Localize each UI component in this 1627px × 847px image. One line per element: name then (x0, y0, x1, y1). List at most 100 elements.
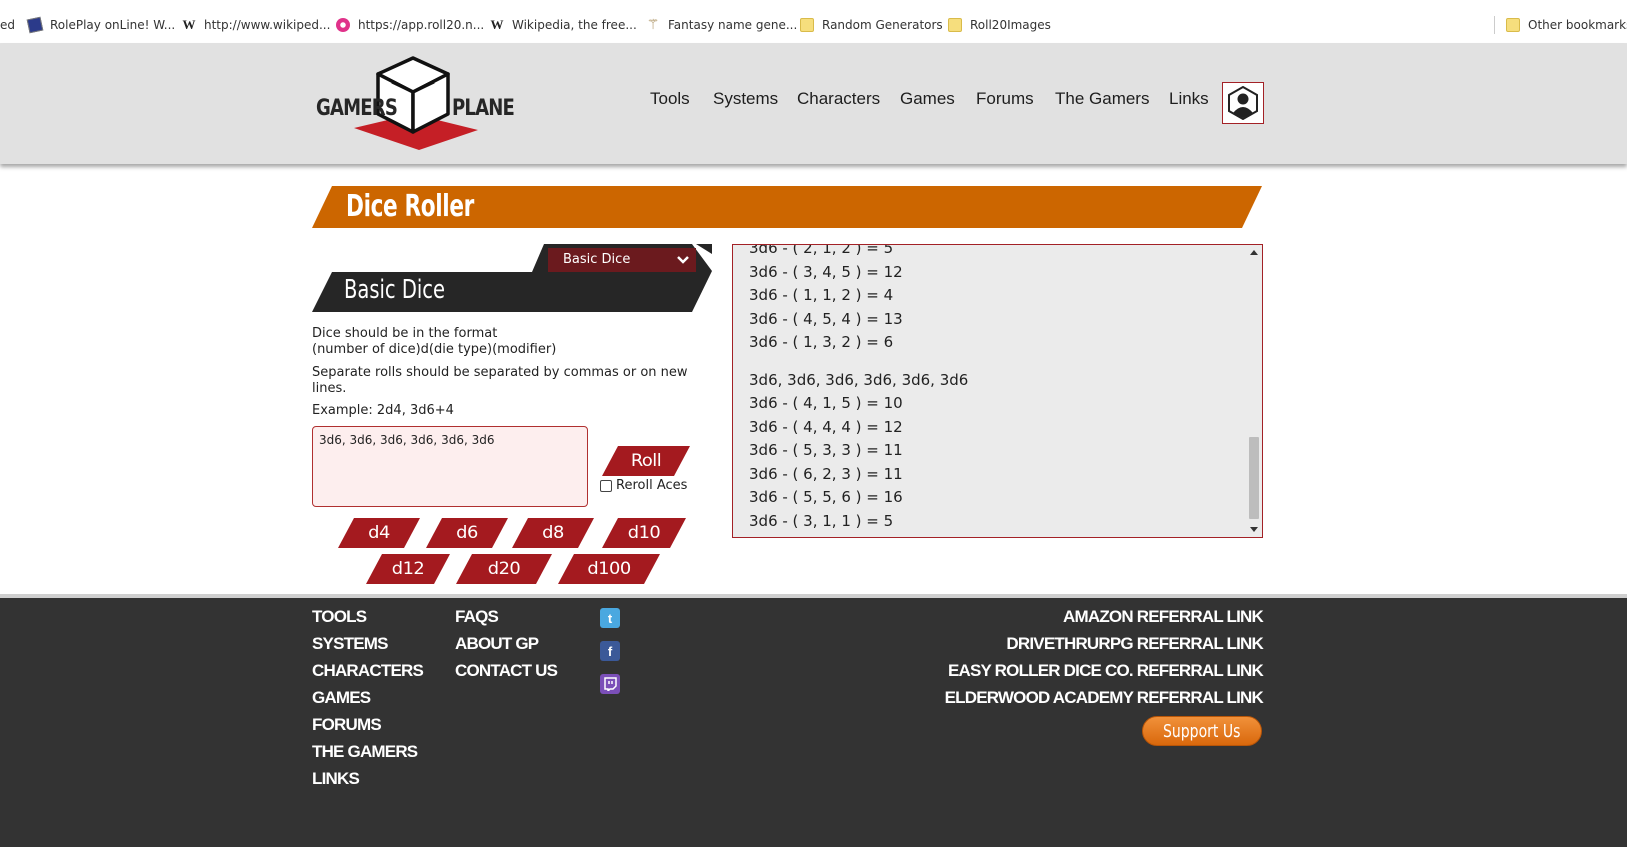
bookmark-label: Fantasy name gene... (668, 18, 798, 32)
d100-button[interactable]: d100 (558, 554, 660, 584)
user-avatar-icon (1228, 86, 1258, 120)
result-line: 3d6 - ( 3, 1, 1 ) = 5 (749, 511, 894, 530)
result-line: 3d6 - ( 4, 1, 5 ) = 10 (749, 394, 903, 412)
logo-text-gamers: GAMERS (316, 96, 398, 121)
folder-icon (800, 18, 814, 32)
roll-button-label: Roll (630, 451, 662, 471)
footer-link-games[interactable]: GAMES (312, 688, 371, 708)
footer-link-characters[interactable]: CHARACTERS (312, 661, 424, 681)
separate-instruction: Separate rolls should be separated by co… (312, 365, 688, 396)
example-instruction: Example: 2d4, 3d6+4 (312, 403, 454, 418)
bookmark-label: https://app.roll20.n... (358, 18, 485, 32)
facebook-icon[interactable]: f (600, 641, 620, 661)
result-group-header: 3d6, 3d6, 3d6, 3d6, 3d6, 3d6 (749, 370, 969, 389)
bookmark-separator (1494, 16, 1495, 34)
result-line: 3d6 - ( 6, 2, 3 ) = 11 (749, 464, 903, 483)
results-scrollbar[interactable] (1246, 245, 1262, 537)
twitch-icon[interactable] (600, 674, 620, 694)
twitch-glyph-icon (604, 677, 617, 691)
d6-button[interactable]: d6 (426, 518, 508, 548)
result-line: 3d6 - ( 4, 4, 4 ) = 12 (749, 417, 903, 436)
scroll-up-arrow-icon[interactable] (1250, 250, 1258, 255)
bookmark-label: Wikipedia, the free... (512, 18, 637, 32)
bookmark-folder-random[interactable]: Random Generators (800, 14, 943, 36)
die-button-label: d20 (487, 559, 521, 579)
footer-link-faqs[interactable]: FAQS (455, 607, 499, 627)
roll-results-panel[interactable]: 3d6 - ( 2, 1, 2 ) = 5 3d6 - ( 3, 4, 5 ) … (732, 244, 1263, 538)
nav-games[interactable]: Games (900, 89, 955, 109)
reroll-aces-checkbox[interactable] (600, 479, 612, 492)
bookmark-wikipedia-2[interactable]: W Wikipedia, the free... (490, 14, 637, 36)
d8-button[interactable]: d8 (512, 518, 594, 548)
scroll-down-arrow-icon[interactable] (1250, 527, 1258, 532)
user-menu-button[interactable] (1222, 82, 1264, 124)
roll-button[interactable]: Roll (602, 446, 690, 476)
footer-referral-amazon[interactable]: AMAZON REFERRAL LINK (1063, 607, 1264, 627)
result-line: 3d6 - ( 3, 4, 5 ) = 12 (749, 262, 903, 281)
nav-links[interactable]: Links (1169, 89, 1209, 109)
bookmark-fantasy-name[interactable]: ⚚ Fantasy name gene... (646, 14, 798, 36)
scrollbar-thumb[interactable] (1249, 437, 1259, 519)
footer-link-about-gp[interactable]: ABOUT GP (455, 634, 539, 654)
nav-systems[interactable]: Systems (713, 89, 778, 109)
roll20-icon (336, 18, 350, 32)
bookmark-other[interactable]: Other bookmarks (1506, 14, 1627, 36)
footer-link-the-gamers[interactable]: THE GAMERS (312, 742, 418, 762)
footer-link-contact-us[interactable]: CONTACT US (455, 661, 558, 681)
support-us-button[interactable]: Support Us (1142, 716, 1262, 746)
gamers-plane-logo[interactable]: GAMERS PLANE (316, 56, 515, 152)
result-line: 3d6 - ( 2, 1, 2 ) = 5 (749, 244, 894, 257)
die-button-label: d100 (587, 559, 631, 579)
dice-type-select-value: Basic Dice (563, 252, 631, 267)
d12-button[interactable]: d12 (366, 554, 450, 584)
format-instruction-1: Dice should be in the format (312, 326, 498, 341)
roll-results-list: 3d6 - ( 2, 1, 2 ) = 5 3d6 - ( 3, 4, 5 ) … (749, 244, 969, 533)
footer-link-tools[interactable]: TOOLS (312, 607, 367, 627)
d20-button[interactable]: d20 (456, 554, 552, 584)
twitter-icon[interactable]: t (600, 608, 620, 628)
die-button-label: d12 (391, 559, 425, 579)
folder-icon (948, 18, 962, 32)
die-button-label: d10 (627, 523, 661, 543)
footer-referral-elderwood[interactable]: ELDERWOOD ACADEMY REFERRAL LINK (945, 688, 1264, 708)
bookmark-label: Other bookmarks (1528, 18, 1627, 32)
footer-link-systems[interactable]: SYSTEMS (312, 634, 388, 654)
logo-text-plane: PLANE (452, 96, 515, 121)
result-group-gap (749, 355, 968, 369)
reroll-aces-label: Reroll Aces (616, 478, 688, 493)
section-title: Basic Dice (344, 275, 445, 305)
die-button-label: d8 (542, 523, 564, 543)
bookmark-roll20[interactable]: https://app.roll20.n... (336, 14, 484, 36)
bookmark-label: ed (0, 18, 15, 32)
die-button-label: d6 (456, 523, 478, 543)
reroll-aces-option[interactable]: Reroll Aces (600, 478, 687, 493)
wikipedia-icon: W (182, 17, 196, 32)
footer-referral-drivethrurpg[interactable]: DRIVETHRURPG REFERRAL LINK (1006, 634, 1263, 654)
site-footer (0, 594, 1627, 847)
result-line: 3d6 - ( 1, 1, 2 ) = 4 (749, 286, 894, 304)
bookmarks-bar: ed RolePlay onLine! W... Whttp://www.wik… (0, 0, 1627, 44)
nav-forums[interactable]: Forums (976, 89, 1034, 109)
dice-input[interactable]: 3d6, 3d6, 3d6, 3d6, 3d6, 3d6 (312, 426, 588, 507)
result-line: 3d6 - ( 5, 3, 3 ) = 11 (749, 441, 903, 459)
nav-the-gamers[interactable]: The Gamers (1055, 89, 1149, 109)
result-line: 3d6 - ( 1, 3, 2 ) = 6 (749, 333, 894, 351)
rpol-icon (26, 16, 44, 34)
bookmark-label: Random Generators (822, 18, 943, 32)
footer-link-forums[interactable]: FORUMS (312, 715, 382, 735)
result-line: 3d6 - ( 4, 5, 4 ) = 13 (749, 309, 903, 328)
site-header: GAMERS PLANE Tools Systems Characters Ga… (0, 44, 1627, 164)
bookmark-folder-roll20images[interactable]: Roll20Images (948, 14, 1051, 36)
nav-tools[interactable]: Tools (650, 89, 690, 109)
d10-button[interactable]: d10 (602, 518, 686, 548)
format-instruction-2: (number of dice)d(die type)(modifier) (312, 342, 557, 357)
dice-type-select[interactable]: Basic Dice (548, 248, 696, 272)
nav-characters[interactable]: Characters (797, 89, 880, 109)
bookmark-item[interactable]: ed (0, 14, 15, 36)
bookmark-rpol[interactable]: RolePlay onLine! W... (26, 14, 175, 36)
footer-link-links[interactable]: LINKS (312, 769, 360, 789)
footer-referral-easy-roller[interactable]: EASY ROLLER DICE CO. REFERRAL LINK (948, 661, 1264, 681)
bookmark-wikipedia-1[interactable]: Whttp://www.wikiped... (182, 14, 331, 36)
fantasy-icon: ⚚ (646, 17, 660, 33)
d4-button[interactable]: d4 (338, 518, 420, 548)
